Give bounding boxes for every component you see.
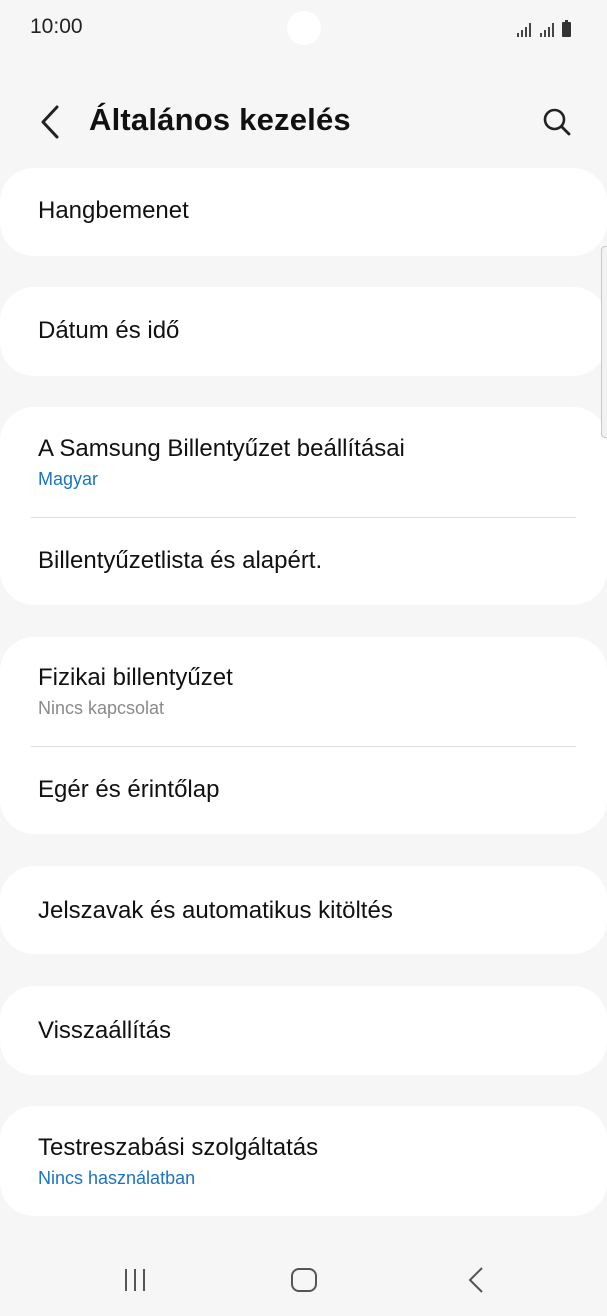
setting-title: Dátum és idő — [38, 317, 180, 344]
setting-subtitle: Nincs kapcsolat — [38, 698, 165, 718]
home-button[interactable] — [274, 1262, 334, 1298]
setting-title: Egér és érintőlap — [38, 776, 220, 803]
recents-button[interactable] — [105, 1262, 165, 1298]
card-voice-input: Hangbemenet — [0, 168, 607, 256]
recents-icon — [125, 1269, 145, 1291]
search-icon — [543, 108, 571, 136]
setting-date-time[interactable]: Dátum és idő — [0, 287, 607, 376]
scrollbar[interactable] — [601, 246, 607, 438]
navigation-bar — [0, 1244, 607, 1316]
card-customization: Testreszabási szolgáltatás Nincs használ… — [0, 1106, 607, 1216]
battery-icon — [562, 20, 571, 37]
status-icons — [517, 19, 571, 37]
setting-physical-keyboard[interactable]: Fizikai billentyűzet Nincs kapcsolat — [0, 637, 607, 746]
settings-screen: 10:00 Általános kezelés Hangbemenet Dátu… — [0, 0, 607, 1316]
signal-sim2-icon — [540, 21, 554, 37]
card-date-time: Dátum és idő — [0, 287, 607, 376]
setting-title: Fizikai billentyűzet — [38, 664, 233, 691]
search-button[interactable] — [537, 102, 577, 142]
back-icon — [469, 1267, 483, 1293]
app-header: Általános kezelés — [0, 90, 607, 154]
page-title: Általános kezelés — [89, 102, 351, 137]
setting-title: Visszaállítás — [38, 1017, 171, 1044]
setting-mouse-trackpad[interactable]: Egér és érintőlap — [0, 747, 607, 834]
setting-reset[interactable]: Visszaállítás — [0, 986, 607, 1075]
setting-keyboard-list[interactable]: Billentyűzetlista és alapért. — [0, 518, 607, 605]
setting-title: Billentyűzetlista és alapért. — [38, 547, 323, 574]
card-keyboard: A Samsung Billentyűzet beállításai Magya… — [0, 407, 607, 605]
status-bar: 10:00 — [0, 0, 607, 56]
signal-sim1-icon — [517, 21, 531, 37]
setting-subtitle: Magyar — [38, 469, 99, 489]
card-input-devices: Fizikai billentyűzet Nincs kapcsolat Egé… — [0, 637, 607, 834]
nav-back-button[interactable] — [446, 1262, 506, 1298]
card-passwords: Jelszavak és automatikus kitöltés — [0, 866, 607, 954]
back-button[interactable] — [32, 102, 68, 142]
setting-title: Hangbemenet — [38, 197, 189, 224]
status-time: 10:00 — [30, 15, 83, 38]
setting-title: Jelszavak és automatikus kitöltés — [38, 897, 393, 924]
setting-voice-input[interactable]: Hangbemenet — [0, 168, 607, 256]
home-icon — [291, 1268, 317, 1292]
setting-customization-service[interactable]: Testreszabási szolgáltatás Nincs használ… — [0, 1106, 607, 1216]
card-reset: Visszaállítás — [0, 986, 607, 1075]
setting-samsung-keyboard[interactable]: A Samsung Billentyűzet beállításai Magya… — [0, 407, 607, 517]
setting-passwords-autofill[interactable]: Jelszavak és automatikus kitöltés — [0, 866, 607, 954]
setting-title: A Samsung Billentyűzet beállításai — [38, 435, 405, 462]
setting-title: Testreszabási szolgáltatás — [38, 1134, 319, 1161]
chevron-left-icon — [41, 105, 59, 139]
setting-subtitle: Nincs használatban — [38, 1168, 196, 1188]
camera-cutout — [287, 11, 321, 45]
